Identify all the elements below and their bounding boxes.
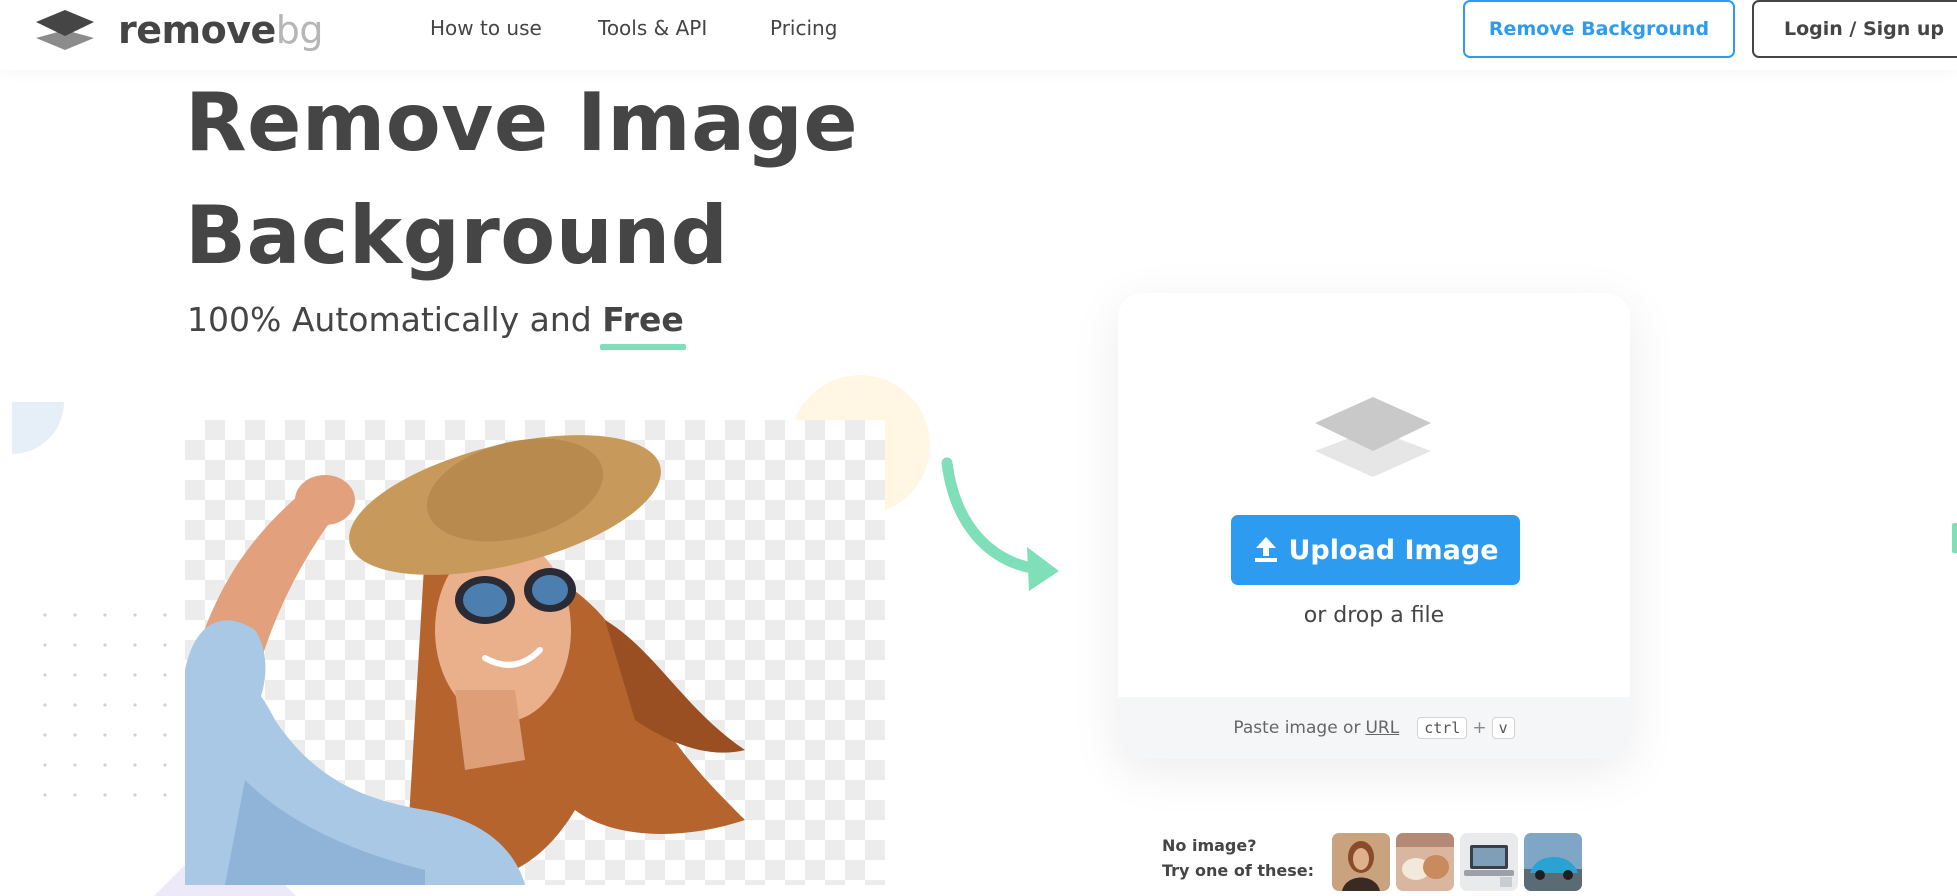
sample-animals-icon <box>1396 833 1454 891</box>
drop-file-text: or drop a file <box>1303 603 1445 628</box>
sample-thumbnail-car[interactable] <box>1524 833 1582 891</box>
nav-link-pricing[interactable]: Pricing <box>770 16 837 40</box>
top-navbar: removebg How to use Tools & API Pricing … <box>0 0 1957 70</box>
sample-prompt-line2: Try one of these: <box>1162 861 1315 880</box>
woman-with-hat-illustration <box>185 435 745 885</box>
sample-woman-icon <box>1332 833 1390 891</box>
nav-link-tools-api[interactable]: Tools & API <box>598 16 707 40</box>
url-link[interactable]: URL <box>1365 718 1399 738</box>
logo-text-light: bg <box>275 8 324 52</box>
sample-cutout-image <box>185 420 885 885</box>
curved-arrow-icon <box>941 457 1059 591</box>
layers-icon <box>1315 397 1431 477</box>
page-title: Remove Image Background <box>185 66 858 292</box>
upload-card[interactable]: Upload Image or drop a file Paste image … <box>1118 293 1630 759</box>
kbd-plus: + <box>1472 718 1487 738</box>
remove-background-button[interactable]: Remove Background <box>1463 0 1735 58</box>
layers-logo-icon <box>36 10 94 50</box>
sample-thumbnail-laptop[interactable] <box>1460 833 1518 891</box>
hero-subtitle-text: 100% Automatically and <box>187 300 603 339</box>
paste-bar: Paste image or URL ctrl + v <box>1118 697 1630 759</box>
sample-laptop-icon <box>1460 833 1518 891</box>
decor-green-bar <box>1952 523 1957 553</box>
sample-thumbnail-animals[interactable] <box>1396 833 1454 891</box>
logo-text: removebg <box>118 8 324 52</box>
login-signup-button[interactable]: Login / Sign up <box>1752 0 1957 58</box>
hero-subtitle-free: Free <box>602 300 684 339</box>
paste-text: Paste image or <box>1233 718 1361 738</box>
upload-image-label: Upload Image <box>1288 534 1499 566</box>
sample-prompt: No image? Try one of these: <box>1162 833 1314 883</box>
sample-prompt-line1: No image? <box>1162 836 1257 855</box>
kbd-ctrl: ctrl <box>1417 717 1468 739</box>
sample-car-icon <box>1524 833 1582 891</box>
kbd-v: v <box>1491 717 1515 739</box>
decor-semicircle <box>12 402 64 454</box>
decor-dot-grid <box>30 600 180 810</box>
page-title-line2: Background <box>185 189 729 282</box>
nav-link-how-to-use[interactable]: How to use <box>430 16 542 40</box>
upload-image-button[interactable]: Upload Image <box>1231 515 1520 585</box>
page-title-line1: Remove Image <box>185 76 859 169</box>
upload-icon <box>1255 537 1278 562</box>
removebg-logo[interactable]: removebg <box>34 8 324 52</box>
sample-thumbnail-woman[interactable] <box>1332 833 1390 891</box>
hero-subtitle: 100% Automatically and Free <box>187 300 684 339</box>
logo-text-bold: remove <box>118 8 276 52</box>
